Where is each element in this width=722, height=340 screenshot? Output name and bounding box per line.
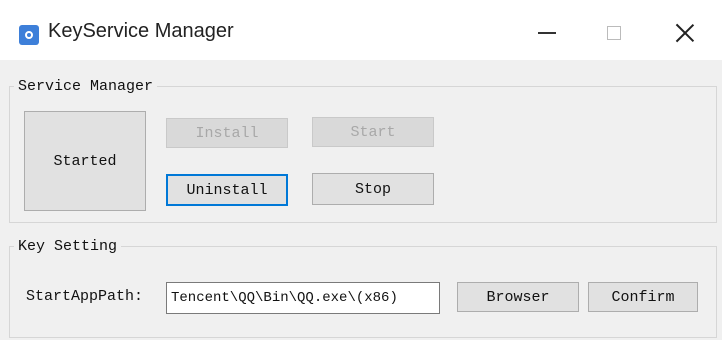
window-title: KeyService Manager	[48, 20, 234, 42]
minimize-icon	[538, 32, 556, 34]
title-bar[interactable]: KeyService Manager	[0, 0, 722, 60]
maximize-icon	[607, 26, 621, 40]
uninstall-button[interactable]: Uninstall	[166, 174, 288, 206]
start-app-path-label: StartAppPath:	[26, 288, 144, 305]
close-button[interactable]	[662, 14, 708, 52]
stop-button[interactable]: Stop	[312, 173, 434, 205]
service-status-button[interactable]: Started	[24, 111, 146, 211]
confirm-button[interactable]: Confirm	[588, 282, 698, 312]
close-icon	[675, 23, 695, 43]
maximize-button[interactable]	[591, 14, 637, 52]
minimize-button[interactable]	[524, 14, 570, 52]
browser-button[interactable]: Browser	[457, 282, 579, 312]
service-manager-legend: Service Manager	[18, 78, 154, 95]
key-setting-legend: Key Setting	[18, 238, 118, 255]
start-app-path-input[interactable]	[166, 282, 440, 314]
install-button[interactable]: Install	[166, 118, 288, 148]
start-button[interactable]: Start	[312, 117, 434, 147]
gear-icon	[19, 25, 39, 45]
